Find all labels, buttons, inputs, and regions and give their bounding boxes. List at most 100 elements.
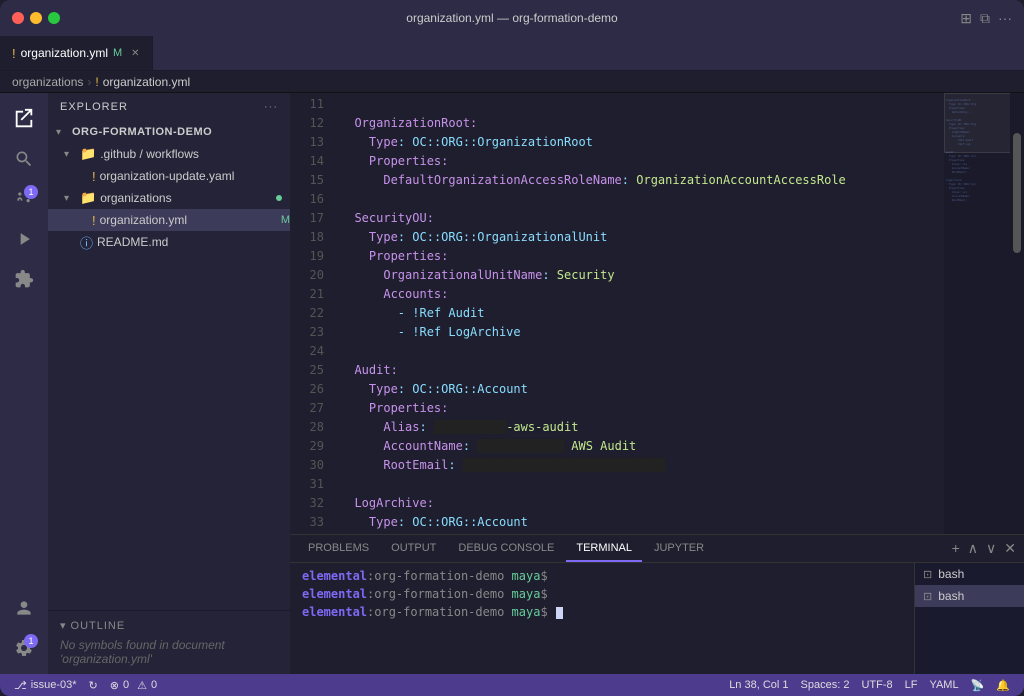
maximize-button[interactable] xyxy=(48,12,60,24)
panel-tabs: PROBLEMS OUTPUT DEBUG CONSOLE TERMINAL J… xyxy=(290,535,1024,563)
editor-content[interactable]: 1112131415161718192021222324252627282930… xyxy=(290,93,1024,534)
bash-instances-panel: ⊡ bash ⊡ bash xyxy=(914,563,1024,674)
outline-header[interactable]: ▾ OUTLINE xyxy=(60,619,278,632)
tab-terminal[interactable]: TERMINAL xyxy=(566,535,642,562)
folder-icon: 📁 xyxy=(80,190,96,206)
status-errors[interactable]: ⊗ 0 ⚠ 0 xyxy=(104,674,163,696)
warning-count: 0 xyxy=(151,679,157,691)
close-button[interactable] xyxy=(12,12,24,24)
position-text: Ln 38, Col 1 xyxy=(729,679,788,691)
tab-modified: M xyxy=(113,47,122,59)
status-right: Ln 38, Col 1 Spaces: 2 UTF-8 LF YAML 📡 xyxy=(723,679,1016,692)
editor-area: 1112131415161718192021222324252627282930… xyxy=(290,93,1024,674)
more-icon[interactable]: ··· xyxy=(264,101,278,113)
status-encoding[interactable]: UTF-8 xyxy=(855,679,898,691)
warning-icon: ⚠ xyxy=(137,679,147,692)
terminal-line: elemental:org-formation-demo maya$ xyxy=(302,585,902,603)
warn-icon: ! xyxy=(92,213,96,228)
breadcrumb: organizations › ! organization.yml xyxy=(0,71,1024,93)
chevron-down-icon: ▾ xyxy=(64,149,76,160)
tab-close-icon[interactable]: ✕ xyxy=(131,48,139,59)
tab-label: organization.yml xyxy=(21,46,108,60)
modified-badge: M xyxy=(281,214,290,226)
status-spaces[interactable]: Spaces: 2 xyxy=(795,679,856,691)
breadcrumb-filename: organization.yml xyxy=(103,75,190,89)
eol-text: LF xyxy=(905,679,918,691)
tree-organization-yml[interactable]: ! organization.yml M xyxy=(48,209,290,231)
tree-github-workflows[interactable]: ▾ 📁 .github / workflows xyxy=(48,143,290,165)
status-sync[interactable]: ↻ xyxy=(83,674,104,696)
minimize-button[interactable] xyxy=(30,12,42,24)
breadcrumb-file-icon: ! xyxy=(95,75,98,89)
activity-settings[interactable]: 1 xyxy=(6,630,42,666)
activity-search[interactable] xyxy=(6,141,42,177)
sidebar-header-actions[interactable]: ··· xyxy=(264,101,278,113)
error-count: 0 xyxy=(123,679,129,691)
tree-readme[interactable]: ⓘ README.md xyxy=(48,231,290,253)
split-icon[interactable]: ⧉ xyxy=(980,10,990,27)
status-broadcast[interactable]: 📡 xyxy=(965,679,991,692)
panel-actions: + ∧ ∨ ✕ xyxy=(952,540,1016,557)
terminal-prompt: elemental xyxy=(302,569,367,583)
window-controls[interactable] xyxy=(12,12,60,24)
status-language[interactable]: YAML xyxy=(923,679,964,691)
terminal-content[interactable]: elemental:org-formation-demo maya$ eleme… xyxy=(290,563,914,674)
breadcrumb-organizations[interactable]: organizations xyxy=(12,75,83,89)
branch-name: issue-03* xyxy=(31,679,77,691)
sidebar-title: Explorer xyxy=(60,101,128,113)
chevron-down-icon[interactable]: ∨ xyxy=(986,540,996,557)
close-panel-icon[interactable]: ✕ xyxy=(1004,540,1016,557)
layout-icon[interactable]: ⊞ xyxy=(960,10,972,27)
info-icon: ⓘ xyxy=(80,233,93,252)
sync-icon: ↻ xyxy=(89,679,98,692)
status-bell[interactable]: 🔔 xyxy=(990,679,1016,692)
add-terminal-icon[interactable]: + xyxy=(952,540,960,557)
language-text: YAML xyxy=(929,679,958,691)
activity-run[interactable] xyxy=(6,221,42,257)
tree-label: organization-update.yaml xyxy=(100,169,290,183)
bell-icon: 🔔 xyxy=(996,679,1010,692)
terminal-prompt: elemental xyxy=(302,605,367,619)
scrollbar-thumb[interactable] xyxy=(1013,133,1021,253)
spaces-text: Spaces: 2 xyxy=(801,679,850,691)
file-tree: ▾ ORG-FORMATION-DEMO ▾ 📁 .github / workf… xyxy=(48,121,290,610)
line-numbers: 1112131415161718192021222324252627282930… xyxy=(290,93,332,534)
outline-section: ▾ OUTLINE No symbols found in document '… xyxy=(48,610,290,674)
terminal-icon: ⊡ xyxy=(923,590,932,603)
tree-project-root[interactable]: ▾ ORG-FORMATION-DEMO xyxy=(48,121,290,143)
chevron-down-icon: ▾ xyxy=(56,127,68,138)
breadcrumb-separator: › xyxy=(87,75,91,89)
bash-instance-1[interactable]: ⊡ bash xyxy=(915,563,1024,585)
activity-account[interactable] xyxy=(6,590,42,626)
activity-extensions[interactable] xyxy=(6,261,42,297)
broadcast-icon: 📡 xyxy=(971,679,985,692)
chevron-down-icon: ▾ xyxy=(64,193,76,204)
tab-problems[interactable]: PROBLEMS xyxy=(298,535,379,562)
tab-debug-console[interactable]: DEBUG CONSOLE xyxy=(448,535,564,562)
outline-empty-message: No symbols found in document 'organizati… xyxy=(60,638,278,666)
chevron-up-icon[interactable]: ∧ xyxy=(968,540,978,557)
terminal-cursor xyxy=(556,607,563,619)
status-position[interactable]: Ln 38, Col 1 xyxy=(723,679,794,691)
tab-jupyter[interactable]: JUPYTER xyxy=(644,535,714,562)
more-icon[interactable]: ··· xyxy=(998,10,1012,27)
git-branch-icon: ⎇ xyxy=(14,679,27,692)
bash-instance-2[interactable]: ⊡ bash xyxy=(915,585,1024,607)
activity-explorer[interactable] xyxy=(6,101,42,137)
source-control-badge: 1 xyxy=(24,185,38,199)
terminal-prompt: elemental xyxy=(302,587,367,601)
activity-source-control[interactable]: 1 xyxy=(6,181,42,217)
error-icon: ⊗ xyxy=(110,679,119,692)
tab-warn-icon: ! xyxy=(12,46,16,61)
outline-title: OUTLINE xyxy=(71,620,126,632)
scrollbar[interactable] xyxy=(1010,93,1024,534)
window-title: organization.yml — org-formation-demo xyxy=(406,11,617,25)
code-editor[interactable]: OrganizationRoot: Type: OC::ORG::Organiz… xyxy=(332,93,944,534)
terminal-line: elemental:org-formation-demo maya$ xyxy=(302,603,902,621)
tab-organization-yml[interactable]: ! organization.yml M ✕ xyxy=(0,36,153,70)
tab-output[interactable]: OUTPUT xyxy=(381,535,446,562)
tree-org-update-yaml[interactable]: ! organization-update.yaml xyxy=(48,165,290,187)
status-branch[interactable]: ⎇ issue-03* xyxy=(8,674,83,696)
tree-organizations-dir[interactable]: ▾ 📁 organizations xyxy=(48,187,290,209)
status-eol[interactable]: LF xyxy=(899,679,924,691)
